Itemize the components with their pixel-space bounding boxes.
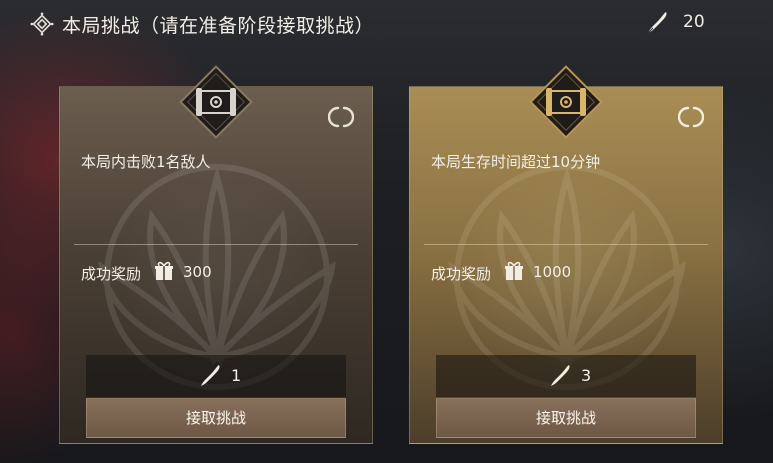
cost-value: 3 [581, 366, 592, 385]
reward-value: 1000 [533, 263, 572, 281]
quill-token-icon [201, 365, 220, 386]
page-title: 本局挑战（请在准备阶段接取挑战） [62, 15, 375, 37]
scroll-badge-icon [179, 65, 253, 139]
scroll-badge-icon [529, 65, 603, 139]
cost-bar: 1 [86, 355, 346, 397]
diamond-emblem-icon [30, 12, 54, 36]
token-count: 20 [683, 12, 705, 32]
challenge-card: 本局内击败1名敌人 成功奖励 300 1 接取挑战 [59, 65, 373, 444]
task-description: 本局内击败1名敌人 [81, 153, 211, 171]
refresh-icon[interactable] [678, 104, 704, 130]
task-description: 本局生存时间超过10分钟 [431, 153, 601, 171]
reward-label: 成功奖励 [81, 265, 142, 283]
divider [74, 244, 358, 245]
accept-challenge-button[interactable]: 接取挑战 [86, 398, 346, 438]
cost-bar: 3 [436, 355, 696, 397]
refresh-icon[interactable] [328, 104, 354, 130]
gift-box-icon [505, 261, 523, 280]
accept-challenge-button[interactable]: 接取挑战 [436, 398, 696, 438]
challenge-card: 本局生存时间超过10分钟 成功奖励 1000 3 接取挑战 [409, 65, 723, 444]
quill-token-icon [647, 12, 667, 34]
divider [424, 244, 708, 245]
cost-value: 1 [231, 366, 242, 385]
reward-value: 300 [183, 263, 212, 281]
gift-box-icon [155, 261, 173, 280]
quill-token-icon [551, 365, 570, 386]
reward-label: 成功奖励 [431, 265, 492, 283]
header-bar: 本局挑战（请在准备阶段接取挑战） 20 [0, 0, 773, 46]
